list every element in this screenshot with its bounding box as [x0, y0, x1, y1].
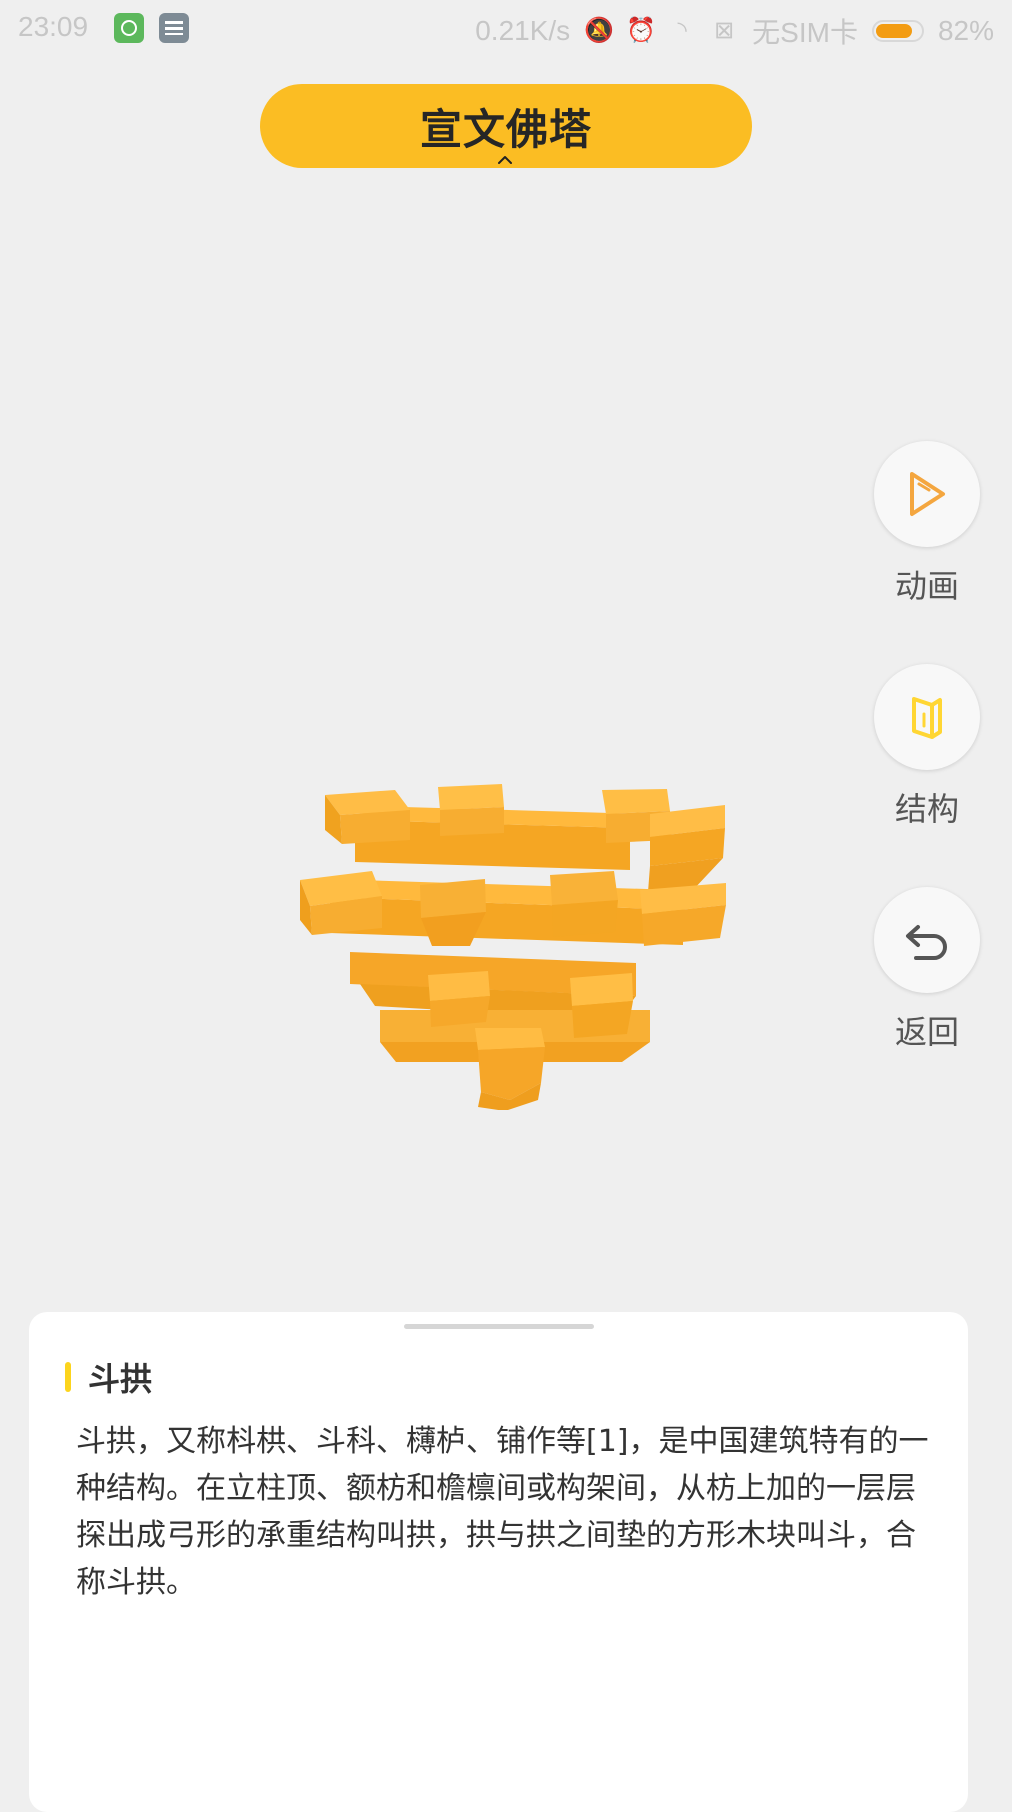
battery-fill: [875, 24, 913, 38]
animation-button[interactable]: [874, 441, 980, 547]
undo-icon: [906, 925, 947, 960]
dougong-model[interactable]: [300, 770, 760, 1110]
structure-action[interactable]: 结构: [871, 664, 983, 830]
sheet-drag-handle[interactable]: [404, 1324, 594, 1329]
structure-icon: [912, 697, 942, 739]
mute-bell-icon: 🔕: [584, 17, 615, 44]
structure-button[interactable]: [874, 664, 980, 770]
sheet-description: 斗拱，又称枓栱、斗科、欂栌、铺作等[1]，是中国建筑特有的一种结构。在立柱顶、额…: [76, 1424, 929, 1600]
status-right-group: 0.21K/s 🔕 ⏰ ◝ ⊠ 无SIM卡 82%: [475, 11, 994, 51]
app-gray-icon: [159, 13, 189, 43]
info-sheet[interactable]: 斗拱 斗拱，又称枓栱、斗科、欂栌、铺作等[1]，是中国建筑特有的一种结构。在立柱…: [29, 1312, 968, 1812]
sheet-heading: 斗拱: [88, 1360, 153, 1398]
back-button[interactable]: [874, 887, 980, 993]
back-label: 返回: [894, 1013, 959, 1051]
app-green-icon: [114, 13, 144, 43]
heading-accent-bar: [65, 1362, 71, 1392]
structure-label: 结构: [894, 790, 959, 828]
battery-percent: 82%: [937, 15, 994, 46]
battery-icon: [871, 20, 924, 42]
status-time: 23:09: [18, 11, 89, 42]
alarm-icon: ⏰: [626, 17, 657, 44]
page-title: 宣文佛塔: [419, 105, 592, 154]
play-icon: [910, 472, 945, 516]
sim-status: 无SIM卡: [752, 17, 858, 48]
back-action[interactable]: 返回: [871, 887, 983, 1053]
status-bar: 23:09 0.21K/s 🔕 ⏰ ◝ ⊠ 无SIM卡 82%: [0, 0, 1012, 56]
no-signal-icon: ⊠: [714, 17, 735, 44]
wifi-icon: ◝: [677, 17, 687, 44]
network-speed: 0.21K/s: [475, 15, 571, 46]
chevron-up-icon[interactable]: [497, 152, 513, 168]
animation-label: 动画: [894, 567, 959, 605]
animation-action[interactable]: 动画: [871, 441, 983, 607]
